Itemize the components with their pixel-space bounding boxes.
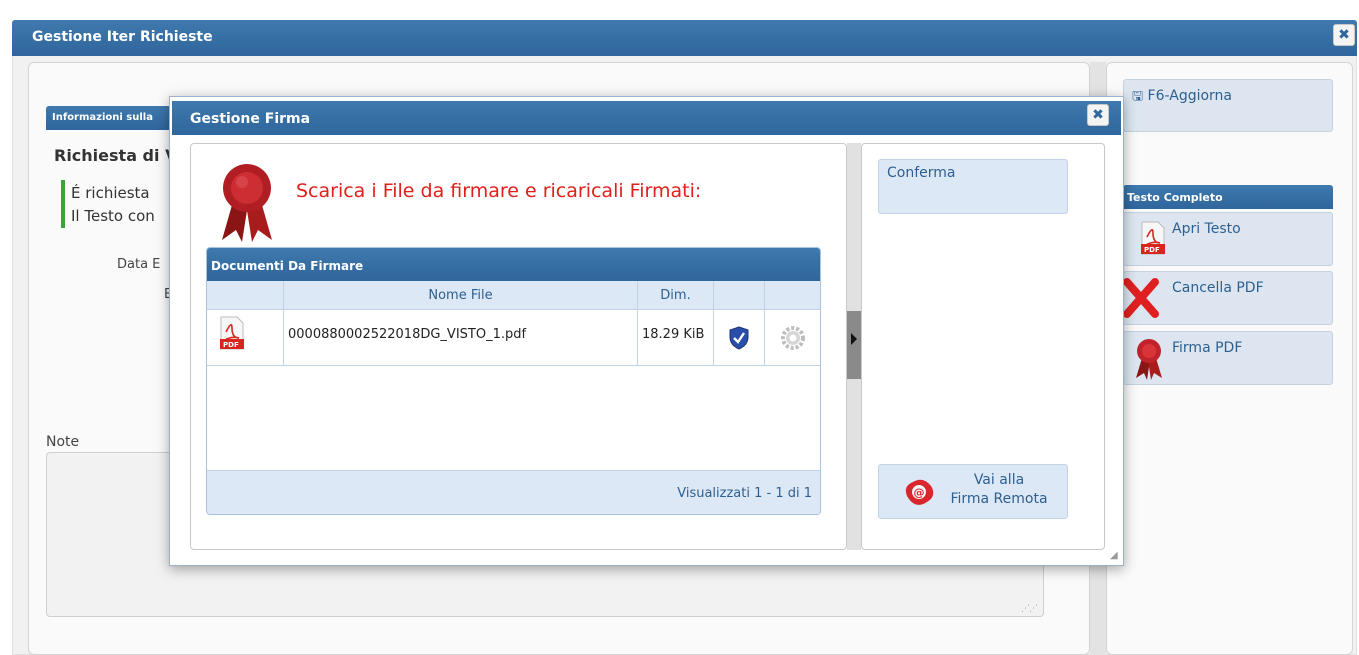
remote-seal-icon: @ [905, 479, 934, 505]
row-action-cell[interactable] [765, 310, 820, 366]
sign-instruction-heading: Scarica i File da firmare e ricaricali F… [296, 180, 702, 202]
svg-text:@: @ [914, 486, 925, 499]
documents-grid-title: Documenti Da Firmare [207, 248, 820, 281]
full-text-header: Testo Completo [1123, 185, 1333, 209]
status-accent-bar [61, 180, 65, 228]
table-row[interactable]: PDF 0000880002522018DG_VISTO_1.pdf 18.29… [207, 310, 820, 366]
outer-close-button[interactable]: ✖ [1333, 24, 1355, 46]
splitter-handle[interactable] [847, 311, 861, 379]
grid-pager-text: Visualizzati 1 - 1 di 1 [677, 486, 812, 501]
resize-grip-icon[interactable]: ⋰⋰ [1021, 604, 1038, 614]
dialog-resize-icon[interactable]: ◢ [1110, 550, 1118, 561]
request-title: Richiesta di V [54, 146, 178, 165]
sign-pdf-button[interactable]: Firma PDF [1123, 331, 1333, 385]
pdf-badge: PDF [223, 341, 239, 349]
delete-pdf-label: Cancella PDF [1172, 280, 1264, 296]
sign-dialog-title: Gestione Firma [172, 101, 1121, 135]
sign-dialog-close-button[interactable]: ✖ [1087, 104, 1109, 126]
remote-sign-label-line2: Firma Remota [950, 491, 1048, 507]
seal-large-icon [222, 164, 272, 242]
sign-pdf-label: Firma PDF [1172, 340, 1243, 356]
col-header-action [765, 281, 820, 310]
col-header-verify [714, 281, 765, 310]
row-file-size: 18.29 KiB [638, 310, 714, 366]
col-header-size[interactable]: Dim. [638, 281, 714, 310]
remote-sign-button[interactable]: @ Vai alla Firma Remota [878, 464, 1068, 519]
delete-x-icon [1123, 278, 1159, 318]
confirm-button[interactable]: Conferma [878, 159, 1068, 214]
row-file-name: 0000880002522018DG_VISTO_1.pdf [284, 310, 638, 366]
remote-sign-label-line1: Vai alla [973, 472, 1025, 488]
splitter-arrow-icon[interactable] [851, 333, 857, 345]
seal-icon [1136, 339, 1162, 380]
shield-check-icon[interactable] [728, 326, 750, 350]
request-line-1: É richiesta [71, 184, 150, 202]
documents-grid: Documenti Da Firmare Nome File Dim. PDF … [206, 247, 821, 515]
refresh-button-label: F6-Aggiorna [1147, 88, 1233, 104]
col-header-icon [207, 281, 284, 310]
pdf-badge: PDF [1144, 246, 1160, 254]
col-header-file-name[interactable]: Nome File [284, 281, 638, 310]
open-text-button[interactable]: PDF Apri Testo [1123, 212, 1333, 266]
info-section-header: Informazioni sulla [46, 106, 176, 130]
request-line-2: Il Testo con [71, 207, 155, 225]
row-icon-cell: PDF [207, 310, 284, 366]
note-label: Note [46, 434, 80, 450]
grid-footer: Visualizzati 1 - 1 di 1 [207, 470, 820, 514]
delete-pdf-button[interactable]: Cancella PDF [1123, 271, 1333, 325]
outer-window-title: Gestione Iter Richieste [12, 20, 1357, 56]
refresh-button[interactable]: 🖫 F6-Aggiorna [1123, 79, 1333, 132]
remote-sign-label: Vai alla Firma Remota [939, 471, 1059, 509]
grid-header-row: Nome File Dim. [207, 281, 820, 310]
data-label: Data E [117, 257, 161, 272]
gear-icon[interactable] [781, 326, 805, 350]
open-text-label: Apri Testo [1172, 221, 1241, 237]
row-verify-cell[interactable] [714, 310, 765, 366]
save-icon: 🖫 [1132, 89, 1144, 104]
